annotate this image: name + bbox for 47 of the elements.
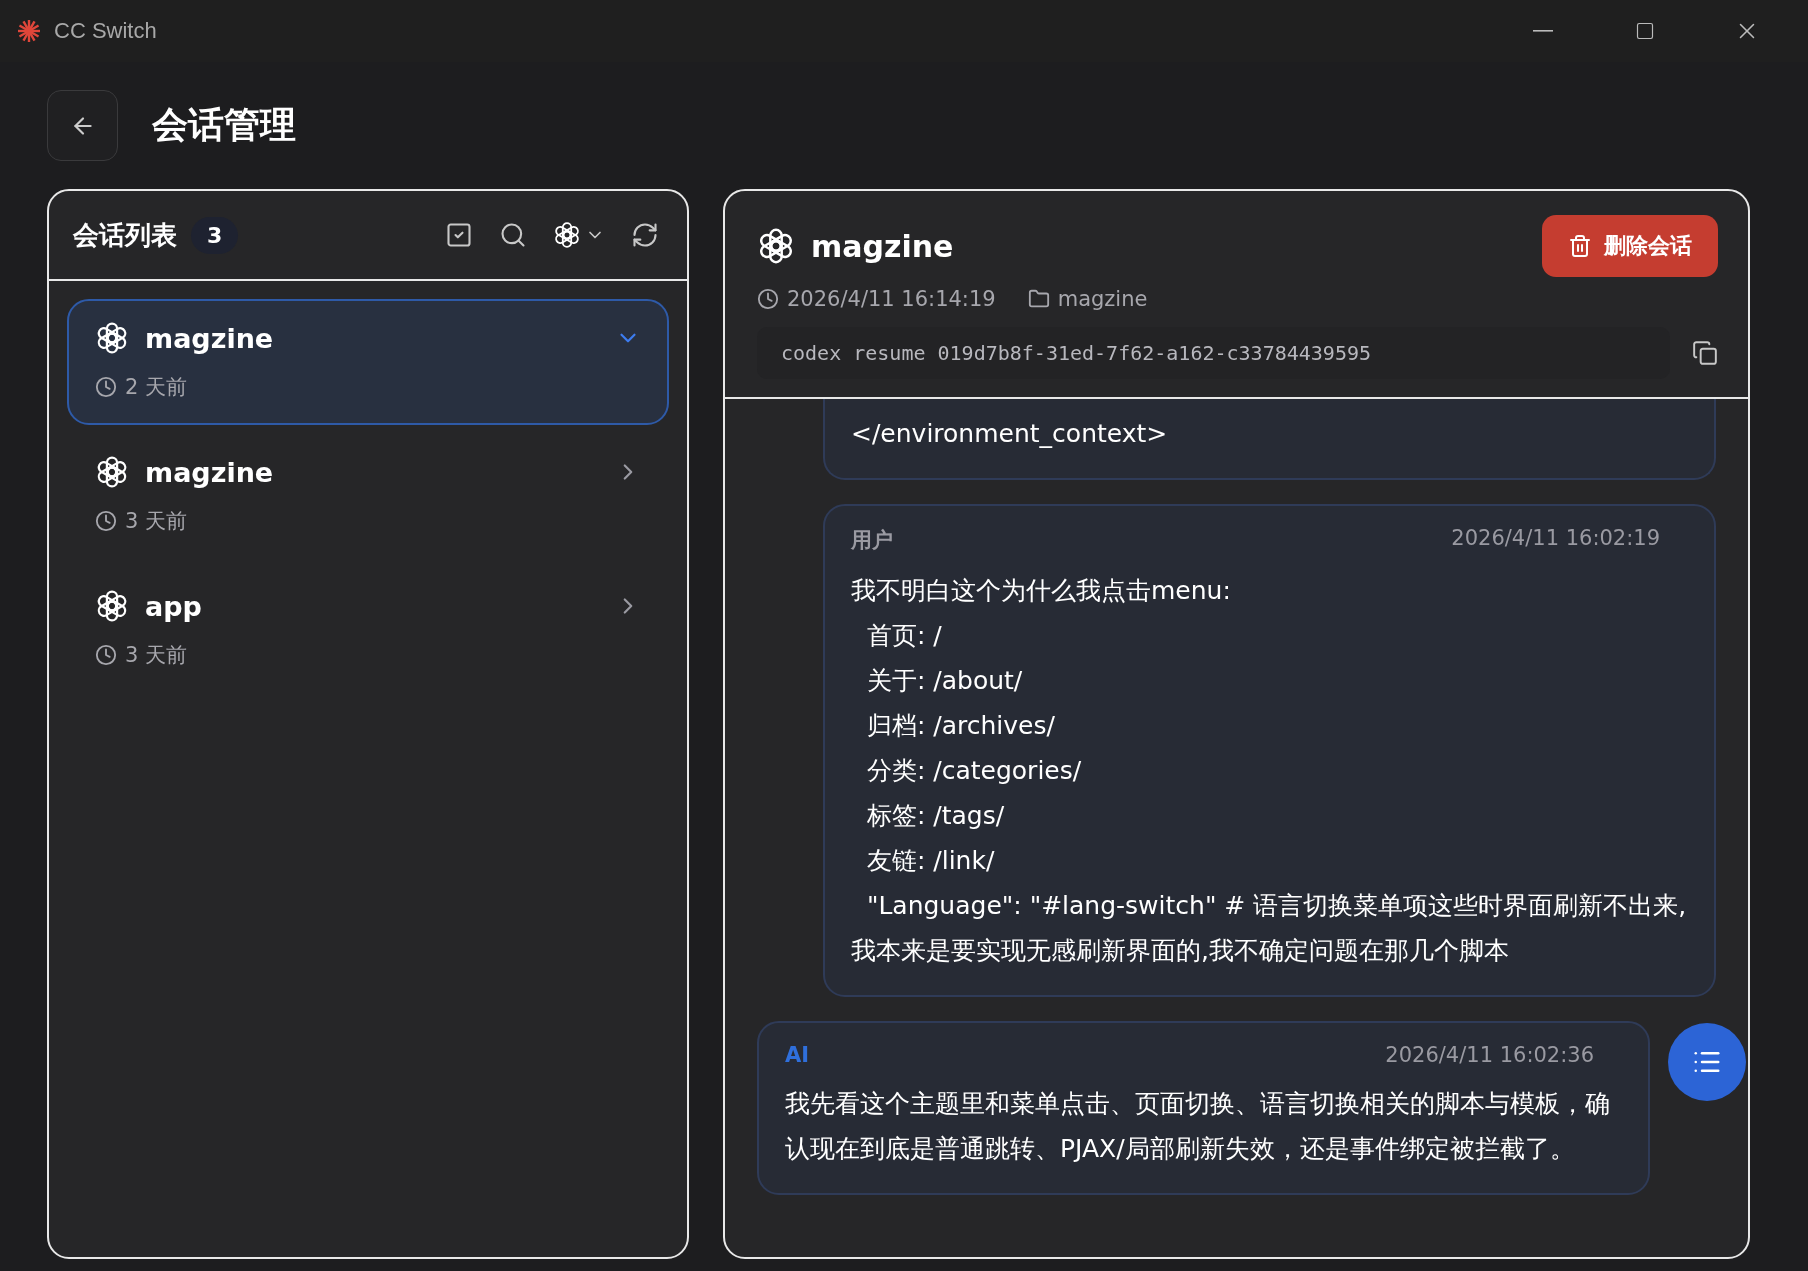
- message-time: 2026/4/11 16:02:36: [1385, 1043, 1594, 1067]
- knot-icon: [757, 227, 795, 265]
- search-button[interactable]: [499, 221, 527, 249]
- clock-icon: [757, 288, 779, 310]
- app-logo-icon: [16, 18, 42, 44]
- copy-button[interactable]: [1692, 340, 1718, 366]
- resume-command: codex resume 019d7b8f-31ed-7f62-a162-c33784439595: [757, 327, 1670, 379]
- session-item[interactable]: magzine 3 天前: [67, 433, 669, 559]
- trash-icon: [1568, 234, 1592, 258]
- session-item[interactable]: magzine 2 天前: [67, 299, 669, 425]
- refresh-icon: [631, 221, 659, 249]
- clock-icon: [95, 510, 117, 532]
- message-time: 2026/4/11 16:02:19: [1451, 526, 1660, 552]
- message-role: 用户: [851, 527, 893, 554]
- message-role: AI: [785, 1043, 810, 1067]
- select-button[interactable]: [445, 221, 473, 249]
- message-text: 我不明白这个为什么我点击menu: 首页: / 关于: /about/ 归档: /archives/ 分类: /categories/ 标签: /tags/ 友链: /link/ "Language": "#lang-switch" # 语言切换菜单项这些时界面刷新不出来,我本来是要实现无感刷新界面的,我不确定问题在那几个脚本: [851, 575, 1688, 967]
- panel-title: 会话列表: [73, 218, 177, 252]
- folder-name: magzine: [1057, 287, 1148, 311]
- session-time: 3 天前: [125, 642, 188, 669]
- session-name: app: [145, 590, 203, 622]
- maximize-icon: [1635, 21, 1655, 41]
- page-title: 会话管理: [152, 103, 296, 147]
- knot-icon: [553, 221, 581, 249]
- window-title: CC Switch: [54, 18, 158, 44]
- session-count: 3: [191, 216, 239, 254]
- folder-icon: [1027, 288, 1050, 310]
- copy-icon: [1692, 340, 1718, 366]
- session-title: magzine: [811, 228, 955, 264]
- session-name: magzine: [145, 456, 275, 488]
- clock-icon: [95, 376, 117, 398]
- knot-icon: [95, 589, 129, 623]
- message-text: 我先看这个主题里和菜单点击、页面切换、语言切换相关的脚本与模板，确认现在到底是普通跳转、PJAX/局部刷新失效，还是事件绑定被拦截了。: [785, 1088, 1611, 1165]
- refresh-button[interactable]: [631, 221, 659, 249]
- session-timestamp: 2026/4/11 16:14:19: [787, 287, 996, 311]
- session-item[interactable]: app 3 天前: [67, 567, 669, 693]
- delete-session-button[interactable]: 删除会话: [1542, 215, 1718, 277]
- session-time: 3 天前: [125, 508, 188, 535]
- minimize-icon: [1533, 30, 1553, 32]
- message-text: </environment_context>: [851, 418, 1169, 450]
- checkbox-icon: [445, 221, 473, 249]
- search-icon: [499, 221, 527, 249]
- session-time: 2 天前: [125, 374, 188, 401]
- session-name: magzine: [145, 322, 275, 354]
- knot-icon: [95, 455, 129, 489]
- knot-icon: [95, 321, 129, 355]
- clock-icon: [95, 644, 117, 666]
